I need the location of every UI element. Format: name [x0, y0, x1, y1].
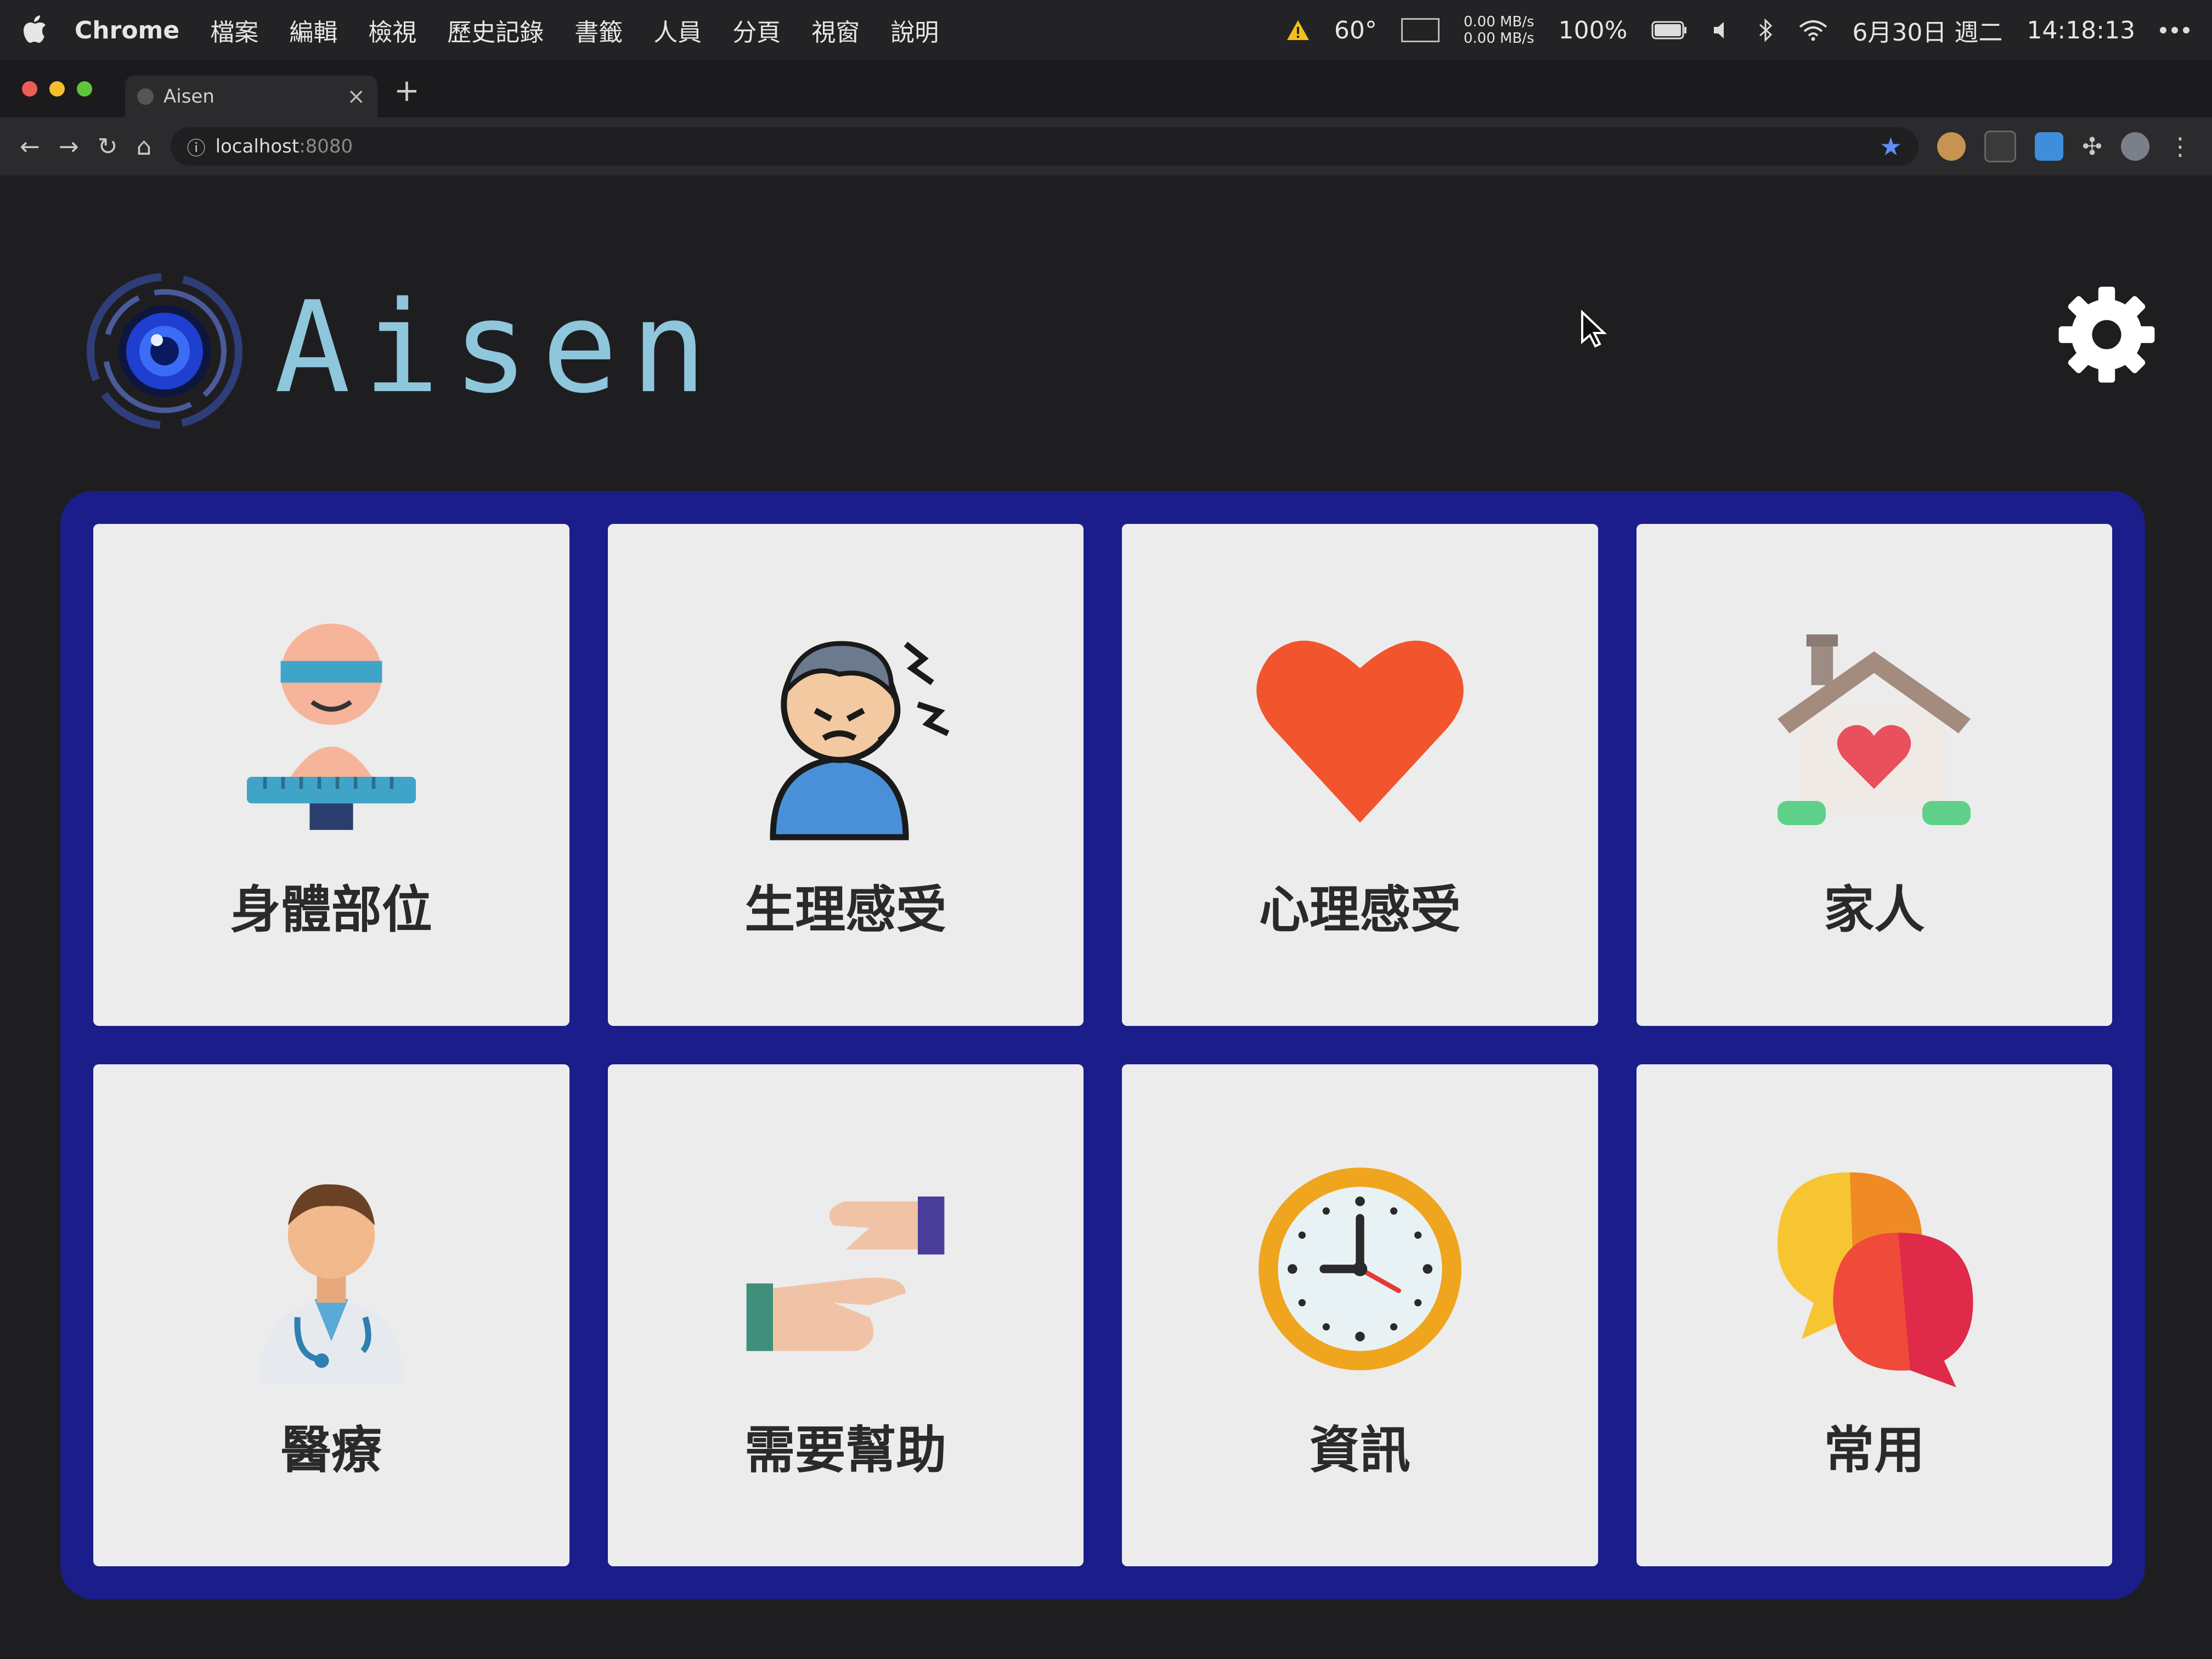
more-menu-icon[interactable] [2159, 26, 2190, 34]
house-heart-icon [1778, 634, 1971, 825]
tile-information[interactable]: 資訊 [1122, 1064, 1598, 1566]
tile-need-help[interactable]: 需要幫助 [607, 1064, 1084, 1566]
back-icon[interactable]: ← [20, 133, 40, 161]
url-host: localhost [215, 136, 300, 157]
flag-extension-icon[interactable] [1984, 131, 2017, 162]
tab-favicon-icon [137, 88, 154, 105]
net-up-rate: 0.00 MB/s [1463, 14, 1534, 30]
heart-icon [1256, 640, 1464, 823]
cpu-graph-icon[interactable] [1401, 18, 1440, 42]
browser-tab-strip: Aisen × + [0, 60, 2212, 117]
tile-family[interactable]: 家人 [1636, 524, 2112, 1026]
tile-label: 需要幫助 [744, 1421, 947, 1480]
battery-icon[interactable] [1651, 21, 1688, 40]
tile-medical[interactable]: 醫療 [93, 1064, 569, 1566]
tab-aisen[interactable]: Aisen × [125, 76, 377, 117]
profile-avatar[interactable] [2121, 132, 2149, 161]
helping-hands-icon [746, 1197, 945, 1351]
window-controls [22, 81, 92, 97]
tile-emotional-feelings[interactable]: 心理感受 [1122, 524, 1598, 1026]
menu-bookmarks[interactable]: 書籤 [574, 13, 623, 48]
maximize-window-button[interactable] [77, 81, 92, 97]
address-bar[interactable]: ⓘ localhost:8080 ★ [170, 127, 1919, 166]
headache-person-icon [770, 641, 950, 840]
tab-title: Aisen [163, 86, 215, 108]
extensions-puzzle-icon[interactable]: ✣ [2082, 133, 2102, 161]
aisen-app-page: Aisen 身體部位 生理感受 心理感受 家人 醫療 需要幫助 資訊 常用 [0, 176, 2212, 1659]
home-icon[interactable]: ⌂ [137, 133, 152, 161]
menu-history[interactable]: 歷史記錄 [447, 13, 544, 48]
wifi-icon[interactable] [1798, 19, 1828, 41]
aisen-eye-logo-icon [87, 273, 242, 429]
date-readout[interactable]: 6月30日 週二 [1852, 13, 2002, 48]
image-extension-icon[interactable] [2035, 132, 2064, 161]
app-title: Aisen [274, 275, 720, 421]
mac-menu-bar: Chrome 檔案 編輯 檢視 歷史記錄 書籤 人員 分頁 視窗 說明 60° … [0, 0, 2212, 60]
settings-gear-icon[interactable] [2055, 283, 2159, 387]
battery-percent[interactable]: 100% [1559, 16, 1628, 44]
new-tab-button[interactable]: + [394, 73, 420, 109]
tile-label: 身體部位 [230, 881, 432, 939]
warning-icon[interactable] [1286, 19, 1310, 41]
tile-label: 醫療 [280, 1421, 382, 1480]
bookmark-star-icon[interactable]: ★ [1880, 132, 1902, 161]
mouse-cursor-icon [1581, 310, 1607, 348]
close-window-button[interactable] [22, 81, 37, 97]
tile-label: 常用 [1824, 1421, 1925, 1480]
menu-view[interactable]: 檢視 [368, 13, 416, 48]
menu-edit[interactable]: 編輯 [289, 13, 337, 48]
tile-label: 生理感受 [744, 881, 947, 939]
menu-tab[interactable]: 分頁 [732, 13, 781, 48]
forward-icon[interactable]: → [59, 133, 79, 161]
clock-icon [1258, 1167, 1462, 1370]
clock-readout[interactable]: 14:18:13 [2027, 16, 2135, 44]
net-down-rate: 0.00 MB/s [1463, 30, 1534, 47]
status-area: 60° 0.00 MB/s 0.00 MB/s 100% 6月30日 週二 14… [1286, 13, 2190, 48]
tile-label: 資訊 [1309, 1421, 1410, 1480]
tab-close-icon[interactable]: × [347, 84, 365, 109]
tile-physical-feelings[interactable]: 生理感受 [607, 524, 1084, 1026]
menu-chrome[interactable]: Chrome [75, 16, 179, 44]
bluetooth-icon[interactable] [1758, 18, 1774, 42]
menu-people[interactable]: 人員 [653, 13, 702, 48]
tile-frequent[interactable]: 常用 [1636, 1064, 2112, 1566]
browser-toolbar: ← → ↻ ⌂ ⓘ localhost:8080 ★ ✣ ⋮ [0, 117, 2212, 176]
category-grid: 身體部位 生理感受 心理感受 家人 醫療 需要幫助 資訊 常用 [60, 491, 2145, 1599]
apple-icon[interactable] [22, 15, 47, 45]
doctor-icon [258, 1184, 404, 1384]
tile-label: 心理感受 [1259, 881, 1461, 939]
network-rate[interactable]: 0.00 MB/s 0.00 MB/s [1464, 14, 1534, 47]
menu-window[interactable]: 視窗 [811, 13, 860, 48]
temperature-readout[interactable]: 60° [1334, 16, 1377, 44]
body-measure-icon [246, 623, 416, 830]
cookie-extension-icon[interactable] [1937, 132, 1966, 161]
menu-file[interactable]: 檔案 [210, 13, 258, 48]
reload-icon[interactable]: ↻ [98, 133, 118, 161]
menu-help[interactable]: 說明 [890, 13, 939, 48]
tile-body-parts[interactable]: 身體部位 [93, 524, 569, 1026]
chrome-menu-icon[interactable]: ⋮ [2168, 133, 2192, 161]
volume-icon[interactable] [1712, 19, 1734, 41]
site-info-icon[interactable]: ⓘ [187, 133, 206, 160]
minimize-window-button[interactable] [49, 81, 65, 97]
url-port: :8080 [299, 136, 353, 157]
chat-bubbles-icon [1778, 1172, 1973, 1387]
tile-label: 家人 [1824, 881, 1925, 939]
